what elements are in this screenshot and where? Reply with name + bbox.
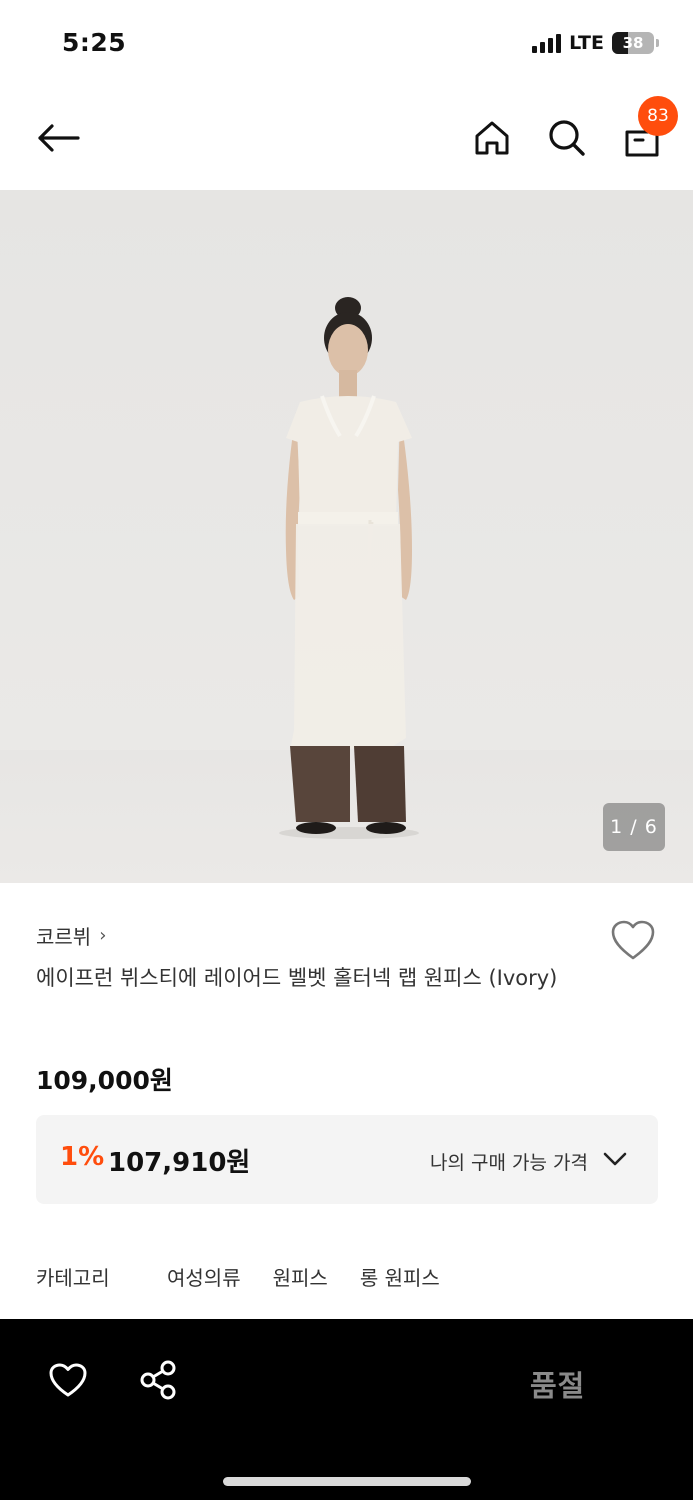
status-indicators: LTE 38 [532, 32, 659, 54]
heart-outline-icon [611, 920, 655, 960]
chevron-right-icon: › [99, 925, 107, 946]
gallery-page-indicator: 1 / 6 [603, 803, 665, 851]
battery-cap [656, 39, 659, 47]
status-bar: 5:25 LTE 38 [0, 0, 693, 90]
share-icon [140, 1360, 176, 1400]
status-time: 5:25 [62, 28, 127, 57]
heart-outline-icon [49, 1363, 87, 1397]
battery-icon: 38 [612, 32, 654, 54]
home-icon [475, 121, 509, 155]
model-photo [0, 297, 693, 883]
discounted-price: 107,910원 [108, 1148, 251, 1178]
arrow-left-icon [38, 124, 80, 152]
home-button[interactable] [470, 116, 514, 160]
category-item-long-dress[interactable]: 롱 원피스 [360, 1262, 440, 1291]
product-title: 에이프런 뷔스티에 레이어드 벨벳 홀터넥 랩 원피스 (Ivory) [36, 966, 558, 990]
expand-price-button[interactable] [602, 1149, 628, 1169]
bottom-action-bar: 품절 [0, 1319, 693, 1500]
brand-link[interactable]: 코르뷔 › [36, 921, 106, 950]
product-image[interactable] [0, 190, 693, 883]
search-button[interactable] [545, 116, 589, 160]
signal-icon [532, 33, 562, 53]
category-item-dress[interactable]: 원피스 [273, 1262, 328, 1291]
category-item-women[interactable]: 여성의류 [167, 1262, 241, 1291]
cart-count-badge: 83 [638, 96, 678, 136]
network-label: LTE [569, 32, 604, 54]
search-icon [549, 120, 585, 156]
purchase-price-label: 나의 구매 가능 가격 [430, 1152, 588, 1174]
sold-out-button[interactable]: 품절 [530, 1363, 585, 1405]
purchase-price-panel[interactable]: 1% 107,910원 나의 구매 가능 가격 [36, 1115, 658, 1204]
category-breadcrumb: 카테고리 여성의류 원피스 롱 원피스 [36, 1262, 472, 1291]
product-price: 109,000원 [36, 1066, 173, 1095]
battery-percent: 38 [622, 34, 644, 52]
wishlist-button[interactable] [609, 918, 657, 964]
chevron-down-icon [603, 1152, 627, 1166]
discount-rate: 1% [60, 1142, 105, 1172]
brand-name: 코르뷔 [36, 925, 92, 949]
back-button[interactable] [34, 116, 82, 160]
top-nav [0, 100, 693, 180]
bottom-wishlist-button[interactable] [47, 1361, 89, 1401]
category-label: 카테고리 [36, 1266, 110, 1290]
share-button[interactable] [138, 1359, 180, 1401]
home-indicator [223, 1477, 471, 1486]
